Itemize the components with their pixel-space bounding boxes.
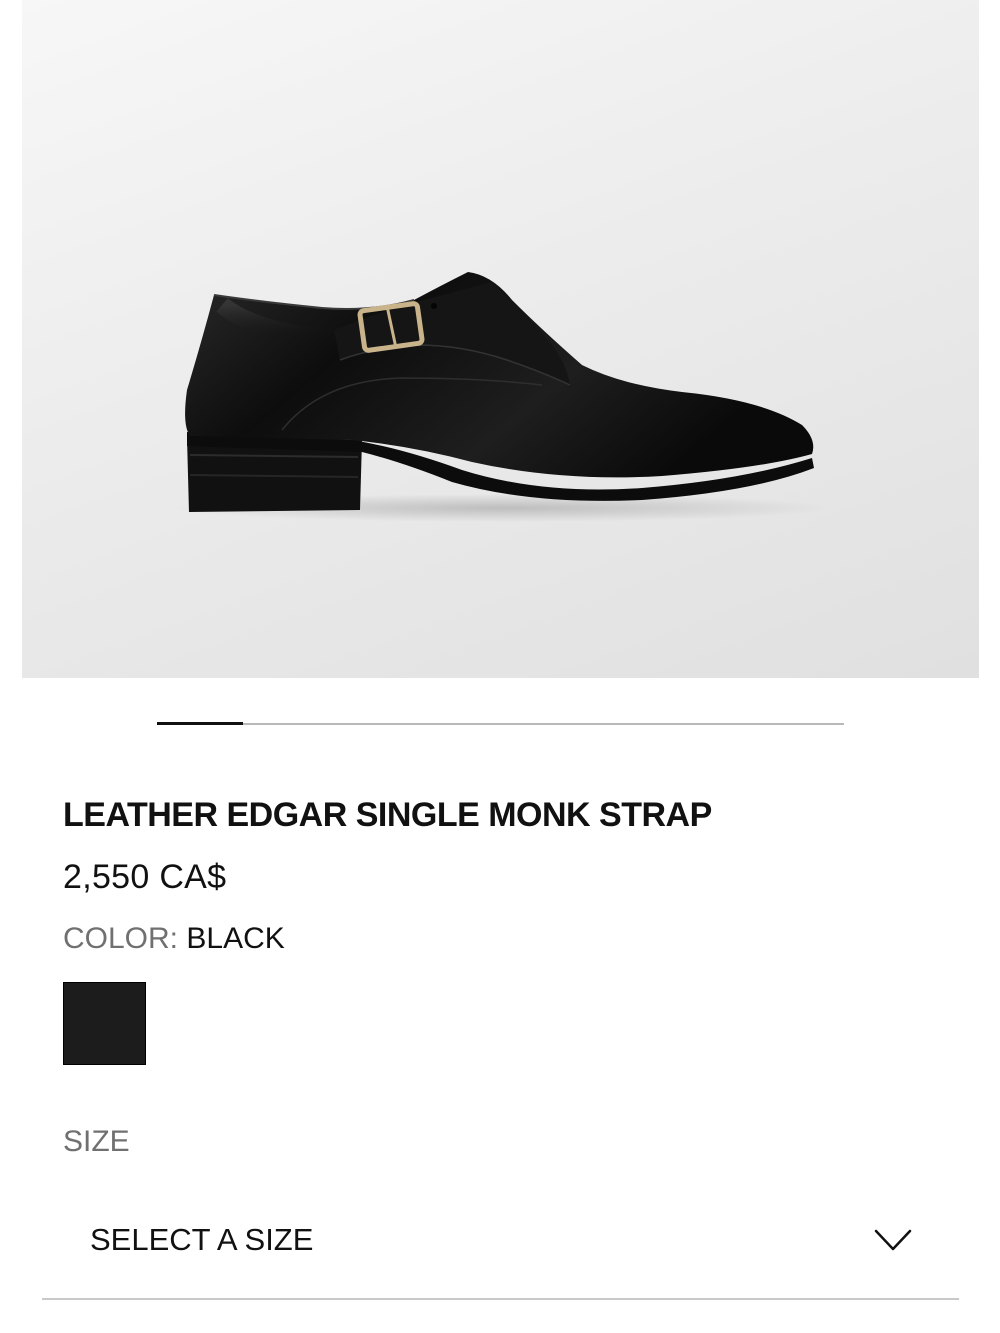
color-swatch-black[interactable] — [63, 982, 146, 1065]
size-label: SIZE — [63, 1125, 130, 1158]
carousel-active-indicator — [157, 722, 243, 725]
size-select-dropdown[interactable]: SELECT A SIZE — [42, 1190, 959, 1300]
product-image[interactable] — [22, 0, 979, 678]
shoe-illustration — [172, 272, 832, 522]
product-price: 2,550 CA$ — [63, 858, 227, 896]
product-page: LEATHER EDGAR SINGLE MONK STRAP 2,550 CA… — [0, 0, 1000, 1333]
color-value: BLACK — [186, 922, 285, 955]
image-carousel-progress[interactable] — [157, 722, 844, 725]
color-label: COLOR: — [63, 922, 179, 955]
product-title: LEATHER EDGAR SINGLE MONK STRAP — [63, 796, 712, 834]
chevron-down-icon — [874, 1229, 912, 1251]
color-info: COLOR: BLACK — [63, 922, 285, 956]
size-select-placeholder: SELECT A SIZE — [90, 1222, 314, 1257]
